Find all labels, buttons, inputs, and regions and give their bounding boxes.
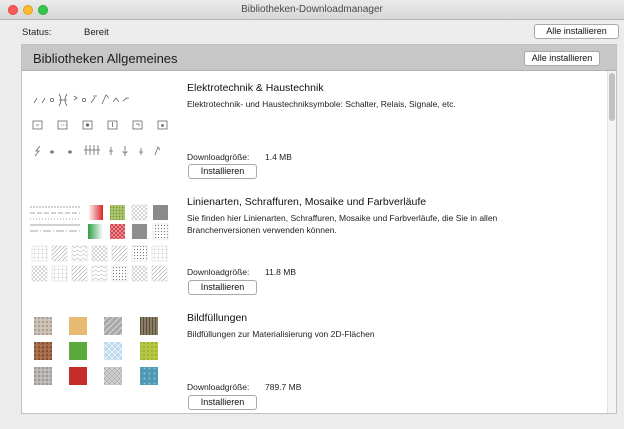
install-all-global-button[interactable]: Alle installieren <box>534 24 619 39</box>
download-size-value: 1.4 MB <box>265 152 292 162</box>
install-button[interactable]: Installieren <box>188 164 257 179</box>
download-size-label: Downloadgröße: <box>187 267 250 277</box>
status-value: Bereit <box>84 27 109 38</box>
library-panel: Bibliotheken Allgemeines Alle installier… <box>21 44 617 414</box>
install-all-section-button[interactable]: Alle installieren <box>524 51 600 66</box>
download-size-label: Downloadgröße: <box>187 382 250 392</box>
scrollbar-thumb[interactable] <box>609 73 615 121</box>
library-name: Linienarten, Schraffuren, Mosaike und Fa… <box>187 196 427 208</box>
download-size-value: 11.8 MB <box>265 267 297 277</box>
download-size-value: 789.7 MB <box>265 382 302 392</box>
library-name: Elektrotechnik & Haustechnik <box>187 82 324 94</box>
library-description: Elektrotechnik- und Haustechniksymbole: … <box>187 99 456 109</box>
install-button[interactable]: Installieren <box>188 395 257 410</box>
window-title: Bibliotheken-Downloadmanager <box>241 4 383 15</box>
install-button[interactable]: Installieren <box>188 280 257 295</box>
title-bar: Bibliotheken-Downloadmanager <box>0 0 624 20</box>
section-title: Bibliotheken Allgemeines <box>33 51 178 66</box>
library-description: Bildfüllungen zur Materialisierung von 2… <box>187 329 375 339</box>
status-label: Status: <box>22 27 52 38</box>
download-size-label: Downloadgröße: <box>187 152 250 162</box>
hatch-patterns-thumbnail <box>30 204 169 282</box>
vertical-scrollbar[interactable] <box>607 71 616 413</box>
section-header: Bibliotheken Allgemeines Alle installier… <box>22 45 616 71</box>
electrical-symbols-thumbnail <box>32 93 168 157</box>
status-bar: Status: Bereit Alle installieren <box>0 20 624 44</box>
library-description: Sie finden hier Linienarten, Schraffuren… <box>187 213 498 235</box>
library-name: Bildfüllungen <box>187 312 248 324</box>
image-fills-thumbnail <box>34 317 158 385</box>
